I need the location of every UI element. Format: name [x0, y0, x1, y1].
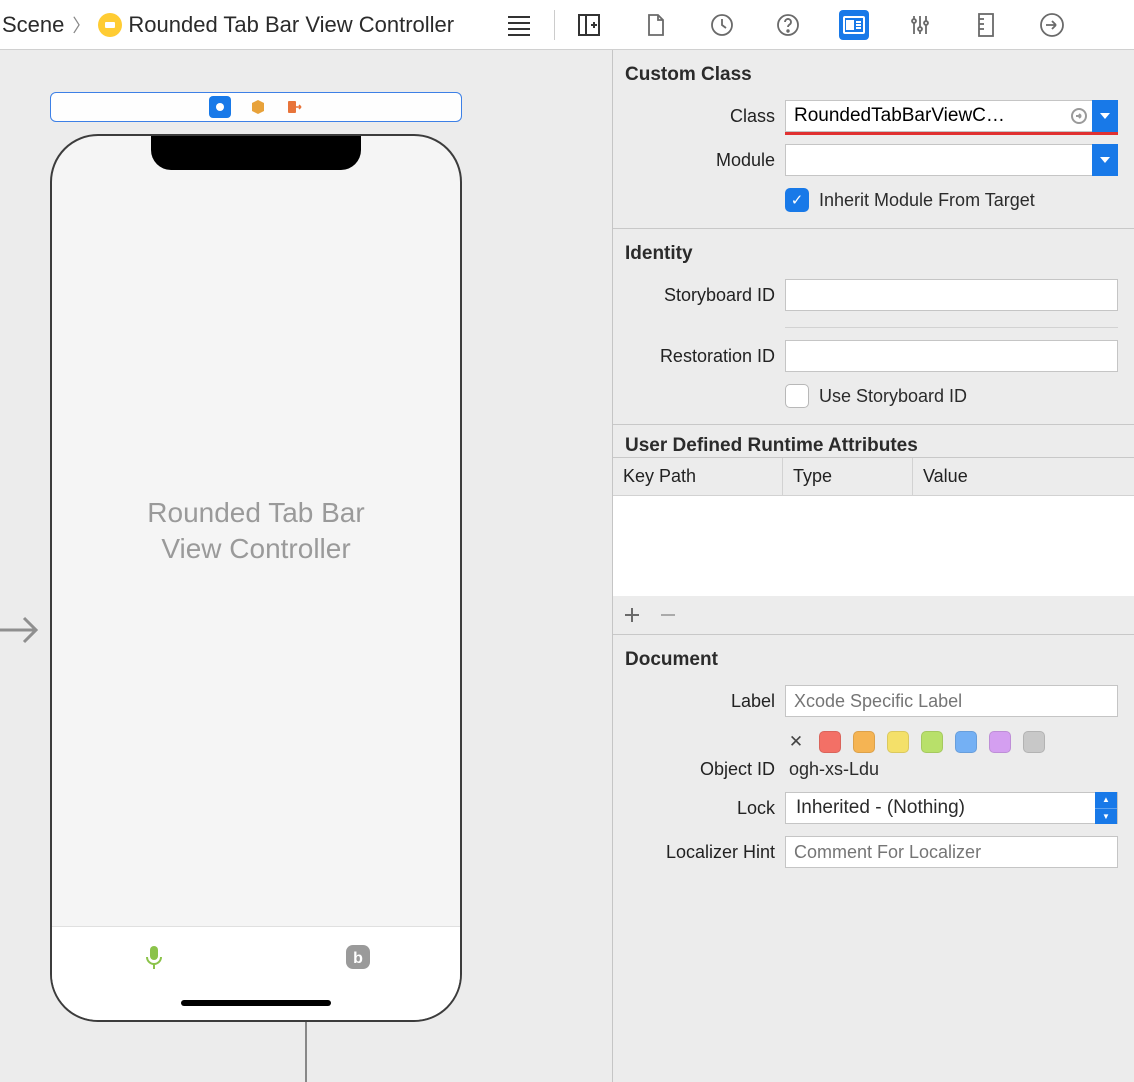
help-inspector-tab[interactable] — [773, 10, 803, 40]
breadcrumb-controller[interactable]: Rounded Tab Bar View Controller — [128, 12, 454, 38]
history-inspector-tab[interactable] — [707, 10, 737, 40]
color-swatch-orange[interactable] — [853, 731, 875, 753]
connections-inspector-tab[interactable] — [1037, 10, 1067, 40]
breadcrumb: Scene 〉 Rounded Tab Bar View Controller — [0, 12, 488, 38]
section-identity: Identity Storyboard ID Restoration ID Us… — [613, 229, 1134, 425]
udra-table-header: Key Path Type Value — [613, 457, 1134, 496]
lock-label: Lock — [625, 798, 775, 819]
udra-col-value[interactable]: Value — [913, 458, 1134, 495]
class-label: Class — [625, 106, 775, 127]
module-dropdown-icon[interactable] — [1092, 144, 1118, 176]
scene-header[interactable] — [50, 92, 462, 122]
use-storyboard-id-checkbox[interactable] — [785, 384, 809, 408]
lock-select[interactable]: Inherited - (Nothing) ▲▼ — [785, 792, 1118, 824]
color-swatch-yellow[interactable] — [887, 731, 909, 753]
size-inspector-tab[interactable] — [971, 10, 1001, 40]
breadcrumb-scene[interactable]: Scene — [2, 12, 64, 38]
restoration-id-input[interactable] — [785, 340, 1118, 372]
identity-title: Identity — [625, 239, 1118, 273]
canvas-title-line1: Rounded Tab Bar — [147, 495, 364, 531]
svg-text:b: b — [353, 950, 363, 967]
object-id-value: ogh-xs-Ldu — [785, 759, 879, 780]
scene-stem — [305, 1022, 307, 1082]
udra-add-button[interactable] — [623, 606, 641, 624]
top-bar: Scene 〉 Rounded Tab Bar View Controller — [0, 0, 1134, 50]
module-combobox[interactable] — [785, 144, 1118, 176]
view-controller-icon — [98, 13, 122, 37]
custom-class-title: Custom Class — [625, 60, 1118, 94]
object-id-label: Object ID — [625, 759, 775, 780]
divider — [785, 327, 1118, 328]
add-panel-icon[interactable] — [577, 13, 601, 37]
canvas-toolbar — [488, 10, 601, 40]
outline-view-icon[interactable] — [506, 14, 532, 36]
doc-label-input[interactable] — [785, 685, 1118, 717]
attributes-inspector-tab[interactable] — [905, 10, 935, 40]
color-swatch-purple[interactable] — [989, 731, 1011, 753]
inherit-module-checkbox[interactable]: ✓ — [785, 188, 809, 212]
module-input[interactable] — [785, 144, 1092, 176]
storyboard-id-input[interactable] — [785, 279, 1118, 311]
entry-arrow-icon[interactable] — [0, 612, 44, 648]
chevron-right-icon: 〉 — [70, 12, 92, 38]
file-inspector-tab[interactable] — [641, 10, 671, 40]
color-swatch-red[interactable] — [819, 731, 841, 753]
scene-vc-icon[interactable] — [209, 96, 231, 118]
udra-add-remove — [613, 596, 1134, 634]
document-title: Document — [625, 645, 1118, 679]
main: Rounded Tab Bar View Controller b Custom… — [0, 50, 1134, 1082]
class-combobox[interactable] — [785, 100, 1118, 132]
color-clear-icon[interactable]: ✕ — [785, 732, 807, 752]
tab-item-mic-icon[interactable] — [138, 941, 170, 973]
class-error-underline — [785, 132, 1118, 135]
color-swatch-green[interactable] — [921, 731, 943, 753]
lock-stepper-icon[interactable]: ▲▼ — [1095, 792, 1117, 824]
tab-item-b-icon[interactable]: b — [342, 941, 374, 973]
inspector-panel: Custom Class Class Module — [612, 50, 1134, 1082]
exit-icon[interactable] — [285, 98, 303, 116]
first-responder-icon[interactable] — [249, 98, 267, 116]
identity-inspector-tab[interactable] — [839, 10, 869, 40]
section-custom-class: Custom Class Class Module — [613, 50, 1134, 229]
doc-label-label: Label — [625, 691, 775, 712]
udra-table-body[interactable] — [613, 496, 1134, 596]
udra-remove-button[interactable] — [659, 606, 677, 624]
localizer-hint-input[interactable] — [785, 836, 1118, 868]
udra-col-type[interactable]: Type — [783, 458, 913, 495]
storyboard-id-label: Storyboard ID — [625, 285, 775, 306]
class-dropdown-icon[interactable] — [1092, 100, 1118, 132]
restoration-id-label: Restoration ID — [625, 346, 775, 367]
class-navigate-icon[interactable] — [1066, 100, 1092, 132]
phone-preview[interactable]: Rounded Tab Bar View Controller b — [50, 134, 462, 1022]
use-storyboard-id-label: Use Storyboard ID — [819, 386, 967, 407]
color-swatch-gray[interactable] — [1023, 731, 1045, 753]
canvas-title-line2: View Controller — [147, 531, 364, 567]
label-color-row: ✕ — [625, 723, 1118, 753]
udra-title: User Defined Runtime Attributes — [613, 425, 1134, 457]
lock-value: Inherited - (Nothing) — [796, 797, 965, 819]
color-swatch-blue[interactable] — [955, 731, 977, 753]
localizer-hint-label: Localizer Hint — [625, 842, 775, 863]
phone-notch — [151, 134, 361, 170]
divider — [554, 10, 555, 40]
section-document: Document Label ✕ Object ID ogh-xs-Ldu L — [613, 634, 1134, 890]
phone-body: Rounded Tab Bar View Controller — [52, 136, 460, 926]
storyboard-canvas[interactable]: Rounded Tab Bar View Controller b — [0, 50, 612, 1082]
home-indicator — [181, 1000, 331, 1006]
module-label: Module — [625, 150, 775, 171]
udra-col-keypath[interactable]: Key Path — [613, 458, 783, 495]
inspector-tabs — [601, 10, 1134, 40]
inherit-module-label: Inherit Module From Target — [819, 190, 1035, 211]
class-input[interactable] — [785, 100, 1066, 132]
